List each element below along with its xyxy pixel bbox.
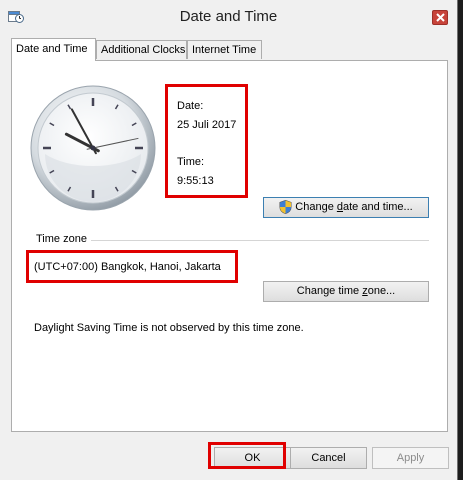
cancel-button[interactable]: Cancel [290,447,367,469]
change-date-label-pre: Change [295,201,337,213]
uac-shield-icon [279,200,292,215]
change-date-and-time-button[interactable]: Change date and time... [263,197,429,218]
time-zone-section-label: Time zone [36,233,87,245]
section-divider [91,240,429,241]
change-tz-label-pre: Change time [296,285,363,297]
close-icon [436,13,445,22]
analog-clock-icon [30,85,156,211]
tab-date-and-time[interactable]: Date and Time [11,38,96,61]
apply-button[interactable]: Apply [372,447,449,469]
title-bar: Date and Time [0,0,457,34]
close-button[interactable] [432,10,448,25]
change-tz-label-post: one... [367,285,396,297]
dst-info-text: Daylight Saving Time is not observed by … [34,322,304,334]
date-time-dialog: Date and Time Date and Time Additional C… [0,0,458,480]
highlight-ok [208,442,286,469]
highlight-date-time [165,84,248,198]
window-title: Date and Time [179,8,278,25]
change-time-zone-button[interactable]: Change time zone... [263,281,429,302]
change-date-label-post: ate and time... [343,201,413,213]
tab-internet-time[interactable]: Internet Time [187,40,262,59]
tab-additional-clocks[interactable]: Additional Clocks [96,40,187,59]
highlight-time-zone [26,250,238,283]
tab-panel: Date: 25 Juli 2017 Time: 9:55:13 Change … [11,60,448,432]
